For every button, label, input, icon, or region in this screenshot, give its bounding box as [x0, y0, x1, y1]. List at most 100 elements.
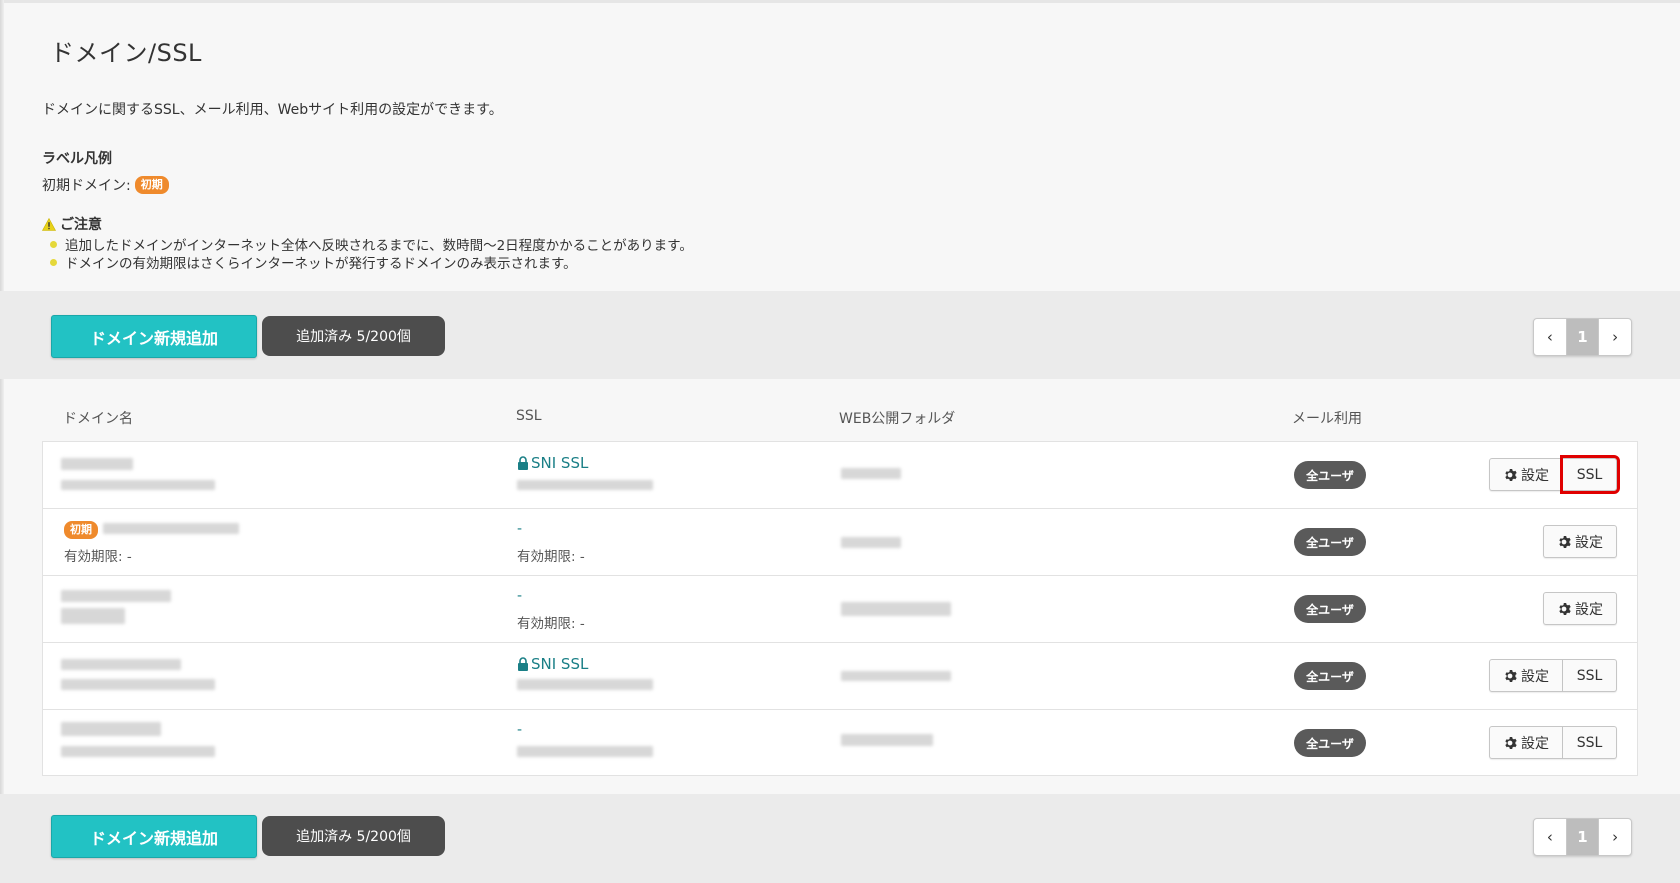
mail-usage-badge: 全ユーザ — [1294, 662, 1366, 690]
notice-heading-text: ご注意 — [60, 217, 102, 233]
table-row: 初期 有効期限: - - 有効期限: - 全ユーザ 設定 — [43, 509, 1637, 576]
next-page-button[interactable]: › — [1599, 319, 1631, 355]
settings-label: 設定 — [1575, 534, 1603, 551]
current-page[interactable]: 1 — [1565, 319, 1600, 355]
mail-usage-badge: 全ユーザ — [1294, 595, 1366, 623]
initial-tag: 初期 — [64, 521, 98, 539]
notice-item-text: 追加したドメインがインターネット全体へ反映されるまでに、数時間〜2日程度かかるこ… — [65, 238, 693, 254]
page-description: ドメインに関するSSL、メール利用、Webサイト利用の設定ができます。 — [42, 102, 503, 118]
prev-page-button[interactable]: ‹ — [1534, 319, 1566, 355]
gear-icon — [1505, 468, 1517, 481]
table-row: SNI SSL 全ユーザ 設定 SSL — [43, 442, 1637, 509]
ssl-sub-redacted — [517, 679, 653, 690]
ssl-button[interactable]: SSL — [1560, 455, 1620, 494]
ssl-status-text: - — [517, 521, 523, 537]
ssl-status-text: - — [517, 722, 523, 738]
settings-label: 設定 — [1521, 668, 1549, 685]
domain-sub-redacted — [61, 480, 215, 490]
notice-item-text: ドメインの有効期限はさくらインターネットが発行するドメインのみ表示されます。 — [65, 256, 577, 272]
web-folder-redacted — [841, 671, 951, 681]
ssl-expiry: 有効期限: - — [517, 616, 585, 632]
next-page-button[interactable]: › — [1599, 819, 1631, 855]
domain-name-redacted — [61, 659, 181, 670]
bullet-icon — [50, 258, 57, 266]
domain-sub-redacted — [61, 746, 215, 757]
column-header-ssl: SSL — [516, 408, 542, 424]
web-folder-redacted — [841, 537, 901, 548]
gear-icon — [1505, 736, 1517, 749]
window-left-edge — [0, 0, 4, 883]
settings-button[interactable]: 設定 — [1489, 726, 1563, 759]
gear-icon — [1505, 669, 1517, 682]
ssl-sub-redacted — [517, 746, 653, 757]
pagination: ‹ 1 › — [1533, 318, 1632, 356]
settings-label: 設定 — [1575, 601, 1603, 618]
mail-usage-badge: 全ユーザ — [1294, 729, 1366, 757]
web-folder-redacted — [841, 734, 933, 746]
ssl-status-link[interactable]: SNI SSL — [517, 454, 588, 472]
toolbar-bottom: ドメイン新規追加 追加済み 5/200個 ‹ 1 › — [0, 794, 1680, 883]
notice-item: ドメインの有効期限はさくらインターネットが発行するドメインのみ表示されます。 — [50, 253, 693, 272]
ssl-expiry: 有効期限: - — [517, 549, 585, 565]
page-title: ドメイン/SSL — [50, 39, 202, 67]
toolbar-top: ドメイン新規追加 追加済み 5/200個 ‹ 1 › — [0, 291, 1680, 379]
warning-icon — [42, 217, 56, 231]
column-header-domain: ドメイン名 — [63, 411, 133, 427]
notice-list: 追加したドメインがインターネット全体へ反映されるまでに、数時間〜2日程度かかるこ… — [50, 235, 693, 272]
ssl-status-text: SNI SSL — [531, 655, 589, 673]
domain-table: SNI SSL 全ユーザ 設定 SSL 初期 有効期限: - - 有効期限: -… — [42, 441, 1638, 776]
lock-icon — [518, 657, 528, 671]
table-row: SNI SSL 全ユーザ 設定 SSL — [43, 643, 1637, 710]
lock-icon — [518, 456, 528, 470]
domain-name-redacted — [103, 523, 239, 534]
domain-name-redacted — [61, 458, 133, 470]
legend-row: 初期ドメイン: 初期 — [42, 175, 169, 195]
prev-page-button[interactable]: ‹ — [1534, 819, 1566, 855]
gear-icon — [1559, 602, 1571, 615]
row-actions: 設定 — [1543, 592, 1617, 625]
bullet-icon — [50, 240, 57, 248]
row-actions: 設定 — [1543, 525, 1617, 558]
current-page[interactable]: 1 — [1565, 819, 1600, 855]
table-row: - 全ユーザ 設定 SSL — [43, 710, 1637, 777]
web-folder-redacted — [841, 602, 951, 616]
window-top-edge — [0, 0, 1680, 3]
domain-sub-redacted — [61, 608, 125, 624]
ssl-status-link[interactable]: SNI SSL — [517, 655, 588, 673]
settings-label: 設定 — [1521, 467, 1549, 484]
ssl-status-text: - — [517, 588, 523, 604]
mail-usage-badge: 全ユーザ — [1294, 528, 1366, 556]
domain-count-badge: 追加済み 5/200個 — [262, 316, 445, 356]
mail-usage-badge: 全ユーザ — [1294, 461, 1366, 489]
pagination: ‹ 1 › — [1533, 818, 1632, 856]
domain-name-redacted — [61, 590, 171, 602]
initial-tag: 初期 — [134, 176, 169, 194]
settings-label: 設定 — [1521, 735, 1549, 752]
settings-button[interactable]: 設定 — [1489, 458, 1563, 491]
gear-icon — [1559, 535, 1571, 548]
ssl-sub-redacted — [517, 480, 653, 490]
add-domain-button[interactable]: ドメイン新規追加 — [51, 815, 257, 858]
domain-expiry: 有効期限: - — [64, 549, 132, 565]
add-domain-button[interactable]: ドメイン新規追加 — [51, 315, 257, 358]
row-actions: 設定 SSL — [1489, 455, 1620, 494]
domain-sub-redacted — [61, 679, 215, 690]
legend-heading: ラベル凡例 — [42, 151, 112, 167]
table-row: - 有効期限: - 全ユーザ 設定 — [43, 576, 1637, 643]
row-actions: 設定 SSL — [1489, 726, 1617, 759]
row-actions: 設定 SSL — [1489, 659, 1617, 692]
ssl-button[interactable]: SSL — [1563, 726, 1617, 759]
domain-name-redacted — [61, 722, 161, 736]
column-header-mail: メール利用 — [1292, 411, 1362, 427]
settings-button[interactable]: 設定 — [1543, 525, 1617, 558]
legend-initial-label: 初期ドメイン: — [42, 178, 131, 194]
ssl-status-text: SNI SSL — [531, 454, 589, 472]
notice-item: 追加したドメインがインターネット全体へ反映されるまでに、数時間〜2日程度かかるこ… — [50, 235, 693, 254]
ssl-button[interactable]: SSL — [1563, 659, 1617, 692]
settings-button[interactable]: 設定 — [1489, 659, 1563, 692]
domain-count-badge: 追加済み 5/200個 — [262, 816, 445, 856]
notice-heading: ご注意 — [42, 214, 102, 234]
settings-button[interactable]: 設定 — [1543, 592, 1617, 625]
column-header-web-folder: WEB公開フォルダ — [839, 411, 956, 427]
web-folder-redacted — [841, 468, 901, 479]
